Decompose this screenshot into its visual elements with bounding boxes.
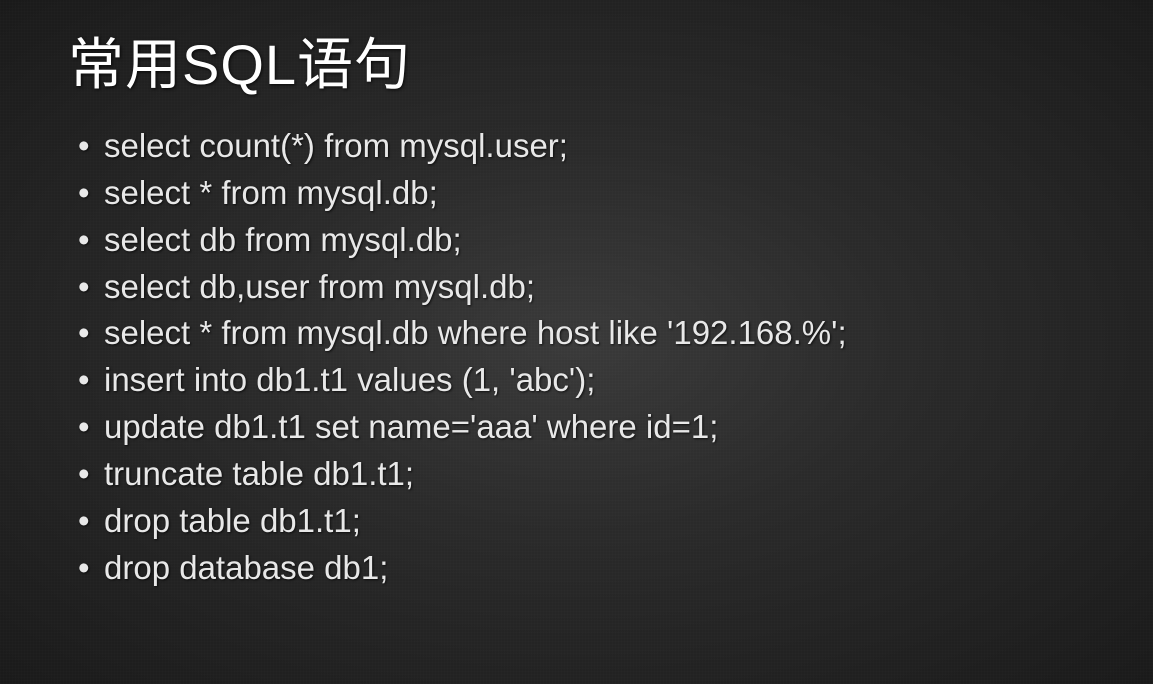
list-item: update db1.t1 set name='aaa' where id=1; [76, 404, 1093, 451]
list-item: select * from mysql.db; [76, 170, 1093, 217]
list-item: truncate table db1.t1; [76, 451, 1093, 498]
list-item: insert into db1.t1 values (1, 'abc'); [76, 357, 1093, 404]
list-item: select * from mysql.db where host like '… [76, 310, 1093, 357]
list-item: drop database db1; [76, 545, 1093, 592]
slide-title: 常用SQL语句 [68, 20, 1093, 101]
list-item: select db,user from mysql.db; [76, 264, 1093, 311]
list-item: drop table db1.t1; [76, 498, 1093, 545]
bullet-list: select count(*) from mysql.user; select … [68, 123, 1093, 592]
slide-container: 常用SQL语句 select count(*) from mysql.user;… [0, 0, 1153, 632]
list-item: select db from mysql.db; [76, 217, 1093, 264]
list-item: select count(*) from mysql.user; [76, 123, 1093, 170]
